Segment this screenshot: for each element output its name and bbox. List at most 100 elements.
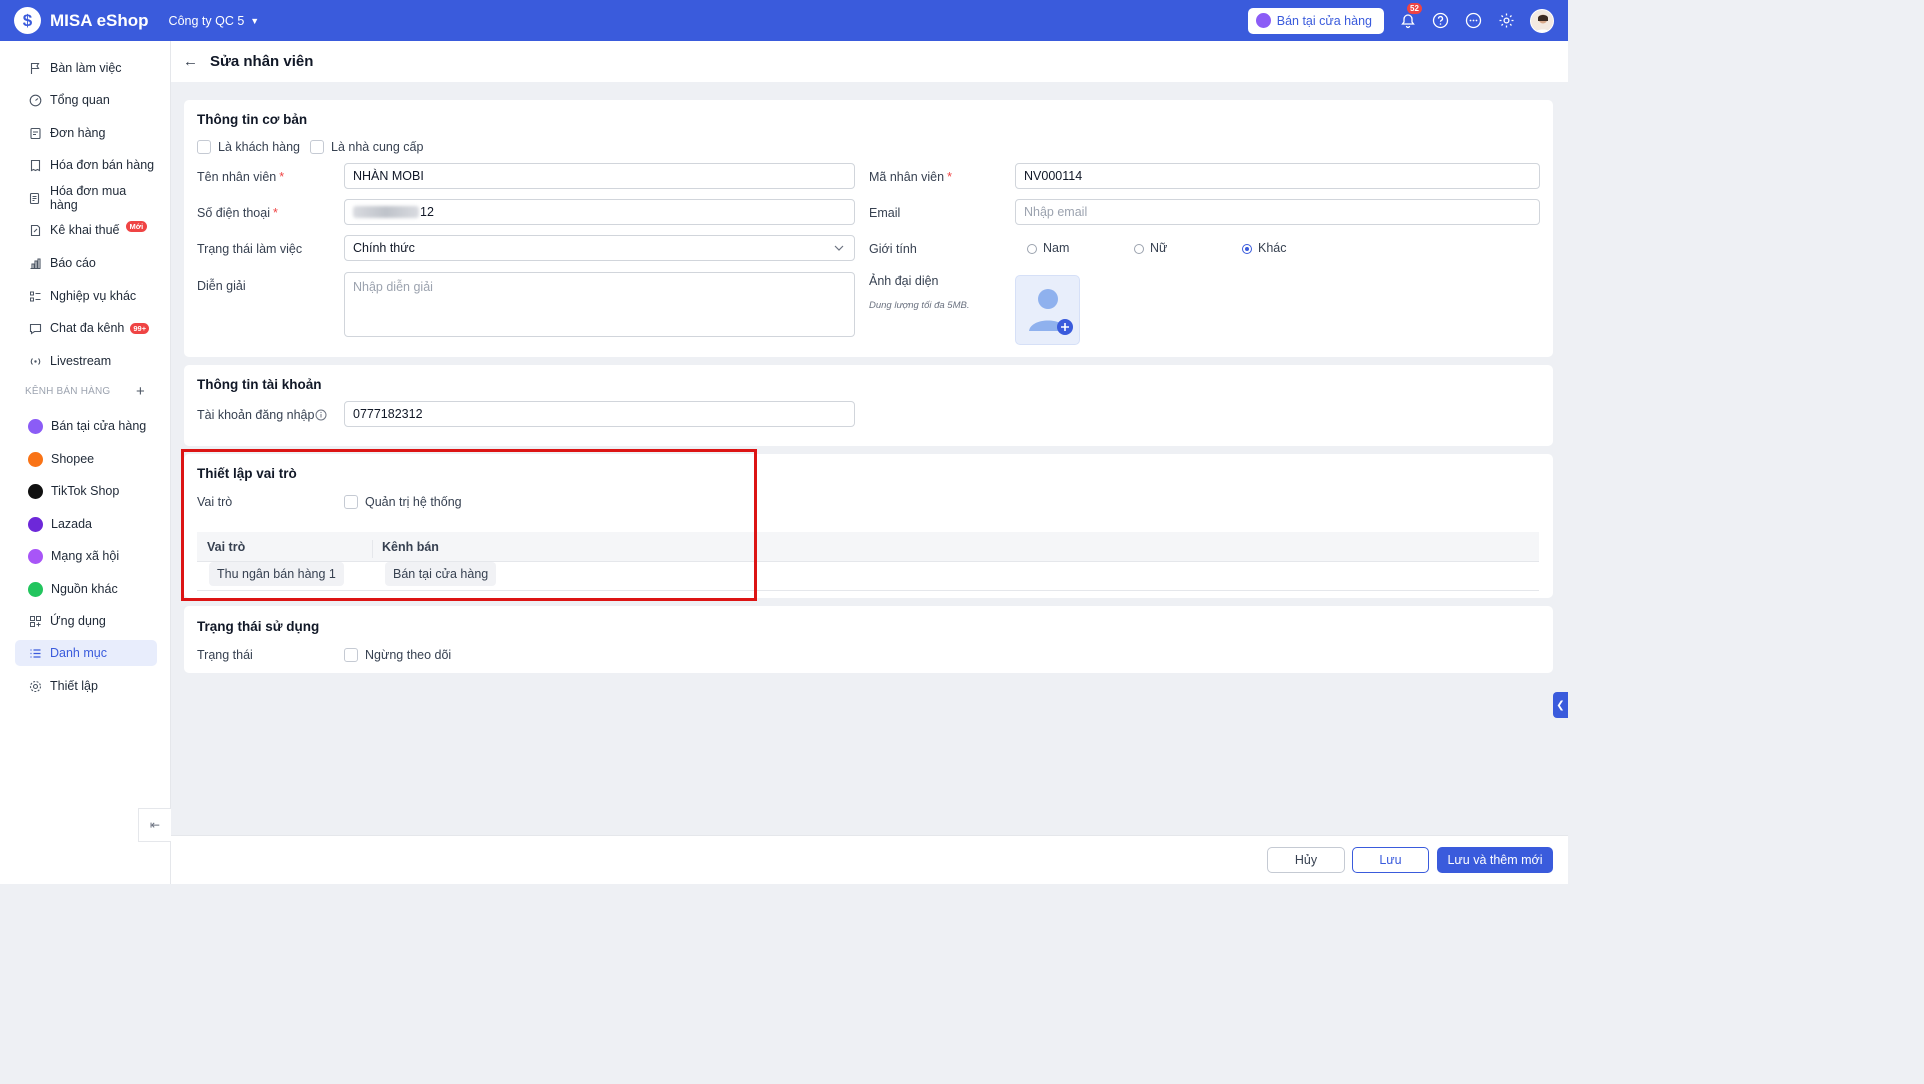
avatar-label: Ảnh đại diện: [869, 274, 939, 288]
cancel-button[interactable]: Hủy: [1267, 847, 1345, 873]
company-selector[interactable]: Công ty QC 5 ▼: [169, 14, 260, 28]
help-icon: [1432, 12, 1449, 29]
gender-female-radio[interactable]: [1134, 244, 1144, 254]
description-textarea[interactable]: Nhập diễn giải: [344, 272, 855, 337]
shopee-icon: [28, 451, 43, 467]
tiktok-icon: [28, 483, 43, 499]
purchase-invoice-icon: [28, 191, 42, 205]
back-arrow-icon[interactable]: ←: [183, 53, 198, 70]
highlight-box: [181, 449, 757, 601]
sidebar-item-label: Lazada: [51, 517, 93, 531]
right-panel-toggle[interactable]: ❮: [1553, 692, 1568, 718]
login-account-label: Tài khoản đăng nhập: [197, 408, 315, 422]
sidebar-item-label: Mạng xã hội: [51, 549, 120, 563]
is-customer-label: Là khách hàng: [218, 140, 301, 154]
gender-female-label: Nữ: [1150, 241, 1168, 255]
sidebar-item-label: Báo cáo: [50, 256, 96, 270]
sidebar-item-reports[interactable]: Báo cáo: [15, 250, 157, 276]
lazada-icon: [28, 516, 43, 532]
settings-icon: [28, 679, 42, 693]
phone-input[interactable]: 12: [344, 199, 855, 225]
sidebar-item-label: Bàn làm việc: [50, 61, 122, 75]
basic-info-card: Thông tin cơ bản Là khách hàng Là nhà cu…: [184, 100, 1553, 357]
notification-bell-button[interactable]: 52: [1398, 3, 1422, 30]
bell-icon: [1400, 13, 1415, 28]
app-logo[interactable]: $ MISA eShop: [14, 7, 149, 34]
social-network-icon: [28, 548, 43, 564]
list-icon: [28, 289, 42, 303]
sidebar-item-label: Shopee: [51, 452, 95, 466]
gender-other-label: Khác: [1258, 241, 1287, 255]
sidebar-item-label: Tổng quan: [50, 93, 110, 107]
form-footer: Hủy Lưu Lưu và thêm mới: [171, 835, 1568, 884]
employee-name-label: Tên nhân viên *: [197, 170, 285, 184]
employee-name-input[interactable]: NHÀN MOBI: [344, 163, 855, 189]
sidebar-item-label: Nguồn khác: [51, 582, 118, 596]
email-input[interactable]: Nhập email: [1015, 199, 1540, 225]
sidebar-channel-other[interactable]: Nguồn khác: [15, 576, 157, 602]
chat-count-badge: 99+: [130, 322, 150, 334]
help-button[interactable]: [1431, 11, 1450, 30]
sidebar-item-tax[interactable]: Kê khai thuế Mới: [15, 217, 157, 243]
gender-label: Giới tính: [869, 242, 917, 256]
sidebar-channel-social[interactable]: Mạng xã hội: [15, 543, 157, 569]
collapse-icon: ⇤: [149, 818, 161, 832]
avatar-upload[interactable]: [1015, 275, 1080, 345]
settings-button[interactable]: [1497, 11, 1516, 30]
save-and-new-button[interactable]: Lưu và thêm mới: [1437, 847, 1553, 873]
sidebar-item-label: TikTok Shop: [51, 484, 120, 498]
sidebar-item-purchase-invoice[interactable]: Hóa đơn mua hàng: [15, 184, 157, 212]
invoice-icon: [28, 158, 42, 172]
collapse-sidebar-button[interactable]: ⇤: [138, 808, 171, 842]
sidebar-item-label: Livestream: [50, 354, 112, 368]
chat-icon: [28, 321, 42, 335]
user-avatar[interactable]: [1530, 8, 1554, 33]
store-sales-button[interactable]: Bán tại cửa hàng: [1247, 7, 1384, 34]
work-status-select[interactable]: Chính thức: [344, 235, 855, 261]
sidebar-channel-tiktok[interactable]: TikTok Shop: [15, 478, 157, 504]
chart-icon: [28, 256, 42, 270]
add-channel-button[interactable]: +: [136, 383, 145, 400]
login-account-input[interactable]: 0777182312: [344, 401, 855, 427]
company-name: Công ty QC 5: [168, 13, 245, 28]
sidebar-item-other-operations[interactable]: Nghiệp vụ khác: [15, 283, 157, 309]
sidebar-item-categories[interactable]: Danh mục: [15, 640, 157, 666]
sidebar-item-multichannel-chat[interactable]: Chat đa kênh 99+: [15, 315, 157, 341]
usage-status-title: Trạng thái sử dụng: [197, 619, 320, 634]
sidebar-item-label: Danh mục: [50, 646, 107, 660]
sidebar-item-apps[interactable]: Ứng dụng: [15, 608, 157, 634]
employee-code-input[interactable]: NV000114: [1015, 163, 1540, 189]
sidebar-item-label: Hóa đơn bán hàng: [50, 158, 155, 172]
stop-tracking-checkbox[interactable]: [344, 648, 358, 662]
is-customer-checkbox[interactable]: [197, 140, 211, 154]
store-channel-icon: [28, 418, 43, 434]
sidebar-item-label: Ứng dụng: [50, 614, 106, 628]
sidebar-channel-store[interactable]: Bán tại cửa hàng: [15, 413, 157, 439]
sidebar-item-overview[interactable]: Tổng quan: [15, 87, 157, 113]
sales-channels-section-label: KÊNH BÁN HÀNG: [25, 386, 111, 397]
gender-other-radio[interactable]: [1242, 244, 1252, 254]
save-button[interactable]: Lưu: [1352, 847, 1429, 873]
sidebar-item-livestream[interactable]: Livestream: [15, 348, 157, 374]
is-supplier-checkbox[interactable]: [310, 140, 324, 154]
usage-status-card: Trạng thái sử dụng Trạng thái Ngừng theo…: [184, 606, 1553, 673]
tax-icon: [28, 223, 42, 237]
account-info-card: Thông tin tài khoản Tài khoản đăng nhập …: [184, 365, 1553, 446]
store-sales-label: Bán tại cửa hàng: [1276, 13, 1372, 28]
gender-male-radio[interactable]: [1027, 244, 1037, 254]
sidebar-channel-lazada[interactable]: Lazada: [15, 511, 157, 537]
sidebar-item-label: Chat đa kênh: [50, 321, 125, 335]
more-icon: [1465, 12, 1482, 29]
sidebar-item-settings[interactable]: Thiết lập: [15, 673, 157, 699]
sidebar-channel-shopee[interactable]: Shopee: [15, 446, 157, 472]
flag-icon: [28, 61, 42, 75]
store-icon: [1255, 13, 1271, 28]
stop-tracking-label: Ngừng theo dõi: [365, 648, 452, 662]
page-header: ← Sửa nhân viên: [171, 41, 1568, 82]
page-title: Sửa nhân viên: [210, 53, 314, 70]
more-button[interactable]: [1464, 11, 1483, 30]
new-badge: Mới: [125, 220, 148, 232]
sidebar-item-orders[interactable]: Đơn hàng: [15, 120, 157, 146]
sidebar-item-sales-invoice[interactable]: Hóa đơn bán hàng: [15, 152, 157, 178]
sidebar-item-desk[interactable]: Bàn làm việc: [15, 55, 157, 81]
